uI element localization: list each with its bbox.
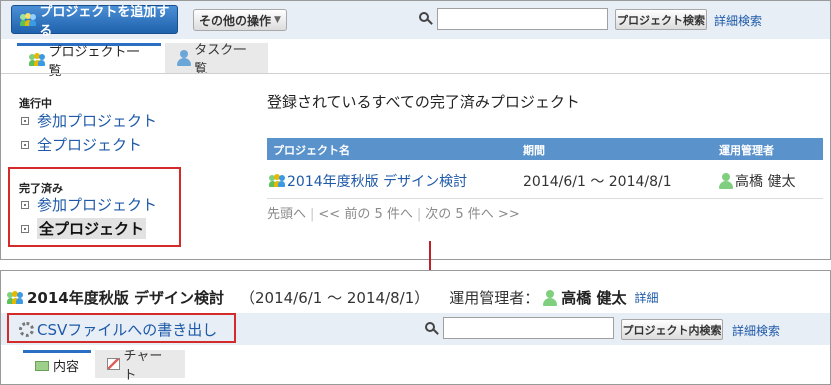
in-progress-heading: 進行中 — [19, 97, 52, 110]
table-header: プロジェクト名 期間 運用管理者 — [267, 138, 823, 160]
period-value: 2014/6/1 ～ 2014/8/1 — [523, 174, 672, 190]
sidebar-item-done-joined[interactable]: 参加プロジェクト — [21, 194, 157, 215]
folder-icon — [35, 360, 49, 371]
project-search-input[interactable] — [437, 8, 608, 30]
pager-first: 先頭へ — [267, 207, 307, 222]
column-header-project-name: プロジェクト名 — [273, 144, 350, 157]
manager-cell: 高橋 健太 — [719, 171, 795, 191]
project-name-link[interactable]: 2014年度秋版 デザイン検討 — [287, 171, 467, 191]
tab-content-label: 内容 — [53, 360, 80, 375]
tab-project-list[interactable]: プロジェクト一覧 — [17, 43, 161, 79]
project-detail-panel: 2014年度秋版 デザイン検討 （2014/6/1 ～ 2014/8/1） 運用… — [0, 270, 831, 385]
person-icon — [177, 50, 191, 66]
sidebar-item-in-progress-all[interactable]: 全プロジェクト — [21, 134, 142, 155]
detail-link[interactable]: 詳細 — [635, 289, 659, 306]
chart-icon — [107, 358, 120, 370]
project-group-icon — [7, 290, 23, 305]
tab-task-list[interactable]: タスク一覧 — [165, 43, 268, 77]
period-cell: 2014/6/1 ～ 2014/8/1 — [523, 171, 672, 191]
tab-task-list-label: タスク一覧 — [194, 43, 247, 77]
sidebar-item-in-progress-joined[interactable]: 参加プロジェクト — [21, 110, 157, 131]
other-operations-label: その他の操作 — [199, 13, 272, 28]
project-inner-search-label: プロジェクト内検索 — [622, 323, 722, 337]
project-inner-search-button[interactable]: プロジェクト内検索 — [621, 319, 723, 340]
search-icon — [425, 322, 439, 336]
dropdown-arrow-icon: ▼ — [274, 15, 281, 25]
project-group-icon — [29, 52, 45, 67]
project-detail-period: （2014/6/1 ～ 2014/8/1） — [239, 289, 430, 307]
project-detail-name: 2014年度秋版 デザイン検討 — [27, 289, 224, 307]
other-operations-button[interactable]: その他の操作 ▼ — [193, 9, 287, 31]
project-list-panel: プロジェクトを追加する その他の操作 ▼ プロジェクト検索 詳細検索 プロジェク… — [0, 0, 831, 260]
manager-name: 高橋 健太 — [735, 174, 796, 190]
person-icon — [543, 289, 558, 306]
sidebar-item-done-all[interactable]: 全プロジェクト — [21, 218, 147, 239]
add-project-label: プロジェクトを追加する — [39, 4, 170, 39]
sidebar-item-label: 参加プロジェクト — [37, 112, 158, 130]
table-row: 2014年度秋版 デザイン検討 2014/6/1 ～ 2014/8/1 高橋 健… — [267, 161, 823, 199]
tab-content[interactable]: 内容 — [23, 350, 91, 378]
top-toolbar: プロジェクトを追加する その他の操作 ▼ プロジェクト検索 詳細検索 — [1, 1, 830, 39]
column-header-manager: 運用管理者 — [719, 144, 774, 157]
column-header-period: 期間 — [523, 144, 545, 157]
project-group-icon — [20, 12, 36, 27]
bullet-icon — [21, 140, 29, 149]
pager-prev: << 前の 5 件へ — [318, 207, 413, 222]
csv-export-highlight — [7, 313, 236, 343]
sidebar-item-label: 全プロジェクト — [37, 136, 143, 154]
bullet-icon — [21, 200, 29, 209]
project-search-button[interactable]: プロジェクト検索 — [615, 9, 707, 30]
tab-chart-label: チャート — [123, 349, 163, 383]
pager-next: 次の 5 件へ >> — [425, 207, 520, 222]
manager-name: 高橋 健太 — [561, 289, 627, 307]
detail-search-link[interactable]: 詳細検索 — [732, 322, 780, 339]
sidebar-item-label: 全プロジェクト — [37, 218, 147, 239]
bullet-icon — [21, 116, 29, 125]
bullet-icon — [21, 224, 29, 233]
page-title: 登録されているすべての完了済みプロジェクト — [267, 93, 580, 111]
add-project-button[interactable]: プロジェクトを追加する — [11, 5, 178, 39]
manager-label: 運用管理者： — [449, 289, 540, 307]
project-inner-search-input[interactable] — [443, 317, 614, 339]
search-icon — [419, 12, 433, 26]
project-search-button-label: プロジェクト検索 — [617, 13, 705, 27]
tab-chart[interactable]: チャート — [95, 349, 185, 383]
project-group-icon — [269, 174, 285, 188]
tab-divider — [1, 73, 830, 74]
person-icon — [719, 173, 733, 189]
project-detail-header: 2014年度秋版 デザイン検討 （2014/6/1 ～ 2014/8/1） 運用… — [7, 287, 659, 308]
sidebar-item-label: 参加プロジェクト — [37, 196, 158, 214]
project-name-cell[interactable]: 2014年度秋版 デザイン検討 — [269, 171, 467, 191]
detail-search-link[interactable]: 詳細検索 — [714, 12, 762, 29]
pager: 先頭へ | << 前の 5 件へ | 次の 5 件へ >> — [267, 207, 520, 222]
